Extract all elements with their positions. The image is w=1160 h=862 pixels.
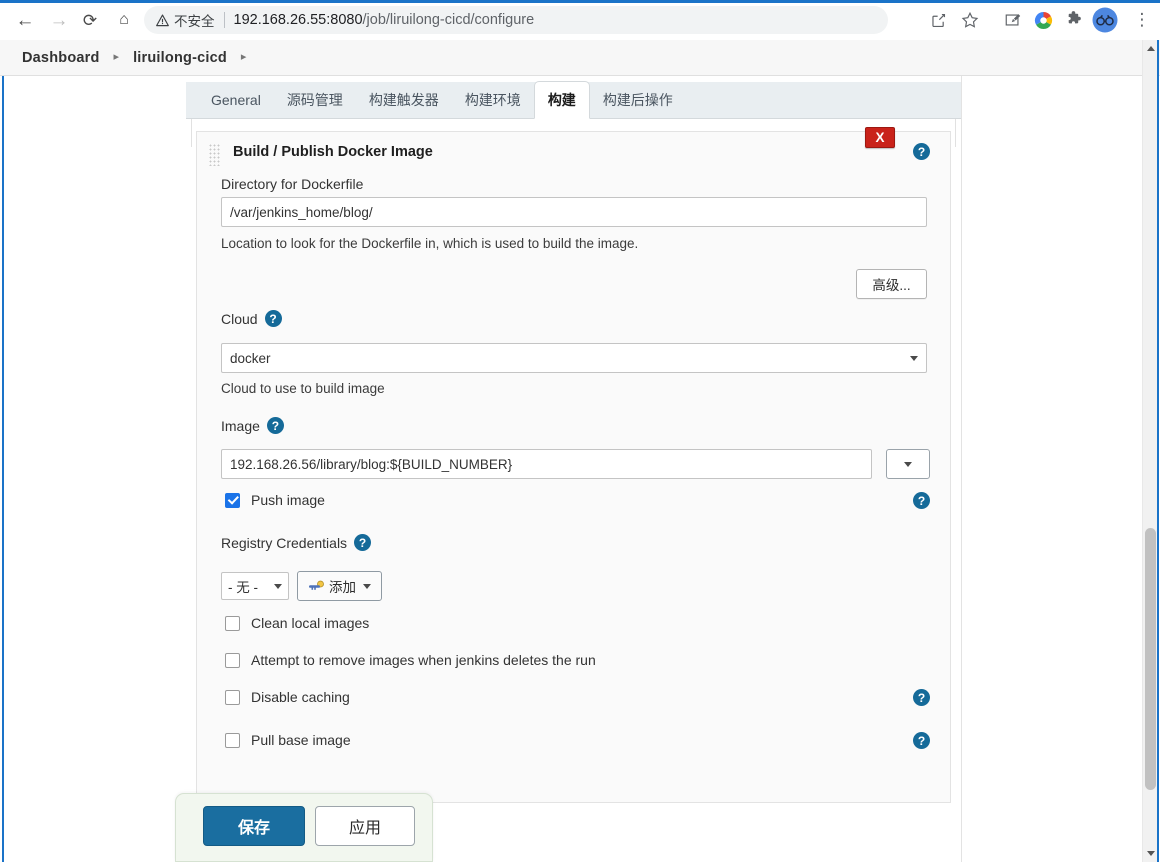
google-circle-icon[interactable] bbox=[1031, 8, 1055, 32]
push-image-row[interactable]: Push image bbox=[225, 492, 325, 508]
page-body: General 源码管理 构建触发器 构建环境 构建 构建后操作 Build /… bbox=[4, 76, 1143, 862]
dockerfile-description: Location to look for the Dockerfile in, … bbox=[221, 236, 639, 251]
disable-caching-row[interactable]: Disable caching bbox=[225, 689, 350, 705]
registry-credentials-label: Registry Credentials bbox=[221, 534, 348, 551]
browser-toolbar: ← → ⟳ ⌂ 不安全 192.168.26.55:8080/job/lirui… bbox=[0, 0, 1160, 40]
push-image-help-question-icon[interactable]: ? bbox=[913, 492, 930, 509]
home-icon[interactable]: ⌂ bbox=[107, 3, 141, 37]
edit-pen-icon[interactable] bbox=[1001, 8, 1025, 32]
cloud-label: Cloud bbox=[221, 310, 258, 327]
builder-title: Build / Publish Docker Image bbox=[233, 144, 433, 160]
bookmark-star-icon[interactable] bbox=[958, 8, 982, 32]
cloud-select-value: docker bbox=[230, 350, 271, 366]
dockerfile-input[interactable]: /var/jenkins_home/blog/ bbox=[221, 197, 927, 227]
chevron-down-icon bbox=[904, 461, 912, 467]
right-page-edge bbox=[1157, 40, 1159, 862]
registry-credentials-select[interactable]: - 无 - bbox=[221, 572, 289, 600]
tab-build-triggers[interactable]: 构建触发器 bbox=[356, 81, 452, 118]
attempt-remove-images-row[interactable]: Attempt to remove images when jenkins de… bbox=[225, 652, 596, 668]
docker-builder-panel: Build / Publish Docker Image X ? Directo… bbox=[196, 127, 951, 803]
disable-caching-checkbox[interactable] bbox=[225, 689, 240, 705]
pull-base-image-help-question-icon[interactable]: ? bbox=[913, 732, 930, 749]
tab-post-build-actions[interactable]: 构建后操作 bbox=[590, 81, 686, 118]
back-arrow-icon[interactable]: ← bbox=[8, 3, 42, 37]
omnibox-divider bbox=[223, 12, 225, 28]
remove-builder-button[interactable]: X bbox=[865, 127, 895, 148]
url-path: /job/liruilong-cicd/configure bbox=[362, 12, 535, 28]
image-help-question-icon[interactable]: ? bbox=[266, 417, 284, 434]
chevron-down-icon bbox=[910, 355, 918, 361]
image-label-row: Image ? bbox=[221, 417, 284, 434]
cloud-description: Cloud to use to build image bbox=[221, 381, 385, 396]
registry-credentials-select-value: - 无 - bbox=[228, 580, 258, 595]
tab-build[interactable]: 构建 bbox=[533, 81, 590, 119]
breadcrumb: Dashboard ▸ liruilong-cicd ▸ bbox=[0, 40, 1160, 76]
clean-local-images-label: Clean local images bbox=[251, 615, 370, 631]
breadcrumb-separator-icon: ▸ bbox=[113, 51, 120, 63]
push-image-label: Push image bbox=[251, 492, 325, 508]
security-warning-label: 不安全 bbox=[174, 14, 215, 29]
breadcrumb-item-dashboard[interactable]: Dashboard bbox=[22, 50, 100, 66]
breadcrumb-item-job[interactable]: liruilong-cicd bbox=[133, 50, 227, 66]
extensions-puzzle-icon[interactable] bbox=[1062, 8, 1086, 32]
help-question-icon[interactable]: ? bbox=[913, 143, 930, 160]
reload-icon[interactable]: ⟳ bbox=[73, 3, 107, 37]
tab-general[interactable]: General bbox=[198, 81, 274, 118]
image-dropdown-button[interactable] bbox=[886, 449, 930, 479]
drag-grip-icon[interactable] bbox=[209, 144, 221, 166]
tab-build-environment[interactable]: 构建环境 bbox=[452, 81, 534, 118]
clean-local-images-row[interactable]: Clean local images bbox=[225, 615, 369, 631]
cloud-label-row: Cloud ? bbox=[221, 310, 282, 327]
browser-tabstrip-edge bbox=[0, 0, 1160, 3]
tab-scm[interactable]: 源码管理 bbox=[274, 81, 356, 118]
add-credentials-label: 添加 bbox=[329, 580, 356, 595]
forward-arrow-icon[interactable]: → bbox=[42, 3, 76, 37]
form-action-bar: 保存 应用 bbox=[175, 793, 433, 862]
caret-down-icon bbox=[363, 583, 371, 589]
pull-base-image-label: Pull base image bbox=[251, 732, 351, 748]
caret-up-icon bbox=[1146, 46, 1155, 51]
url-host: 192.168.26.55:8080 bbox=[233, 12, 363, 28]
warning-triangle-icon bbox=[156, 13, 169, 27]
content-divider bbox=[961, 76, 962, 862]
image-input[interactable]: 192.168.26.56/library/blog:${BUILD_NUMBE… bbox=[221, 449, 872, 479]
config-tab-bar: General 源码管理 构建触发器 构建环境 构建 构建后操作 bbox=[186, 81, 961, 119]
share-icon[interactable] bbox=[926, 8, 950, 32]
attempt-remove-images-checkbox[interactable] bbox=[225, 652, 240, 668]
breadcrumb-separator-icon-2: ▸ bbox=[240, 51, 247, 63]
apply-button[interactable]: 应用 bbox=[315, 806, 415, 846]
config-form: Build / Publish Docker Image X ? Directo… bbox=[186, 119, 961, 862]
attempt-remove-images-label: Attempt to remove images when jenkins de… bbox=[251, 652, 596, 668]
registry-credentials-label-row: Registry Credentials ? bbox=[221, 534, 372, 551]
dockerfile-label: Directory for Dockerfile bbox=[221, 176, 364, 192]
caret-down-icon bbox=[1146, 851, 1155, 856]
image-label: Image bbox=[221, 417, 260, 434]
url-text: 192.168.26.55:8080/job/liruilong-cicd/co… bbox=[234, 12, 535, 28]
cloud-select[interactable]: docker bbox=[221, 343, 927, 373]
cloud-help-question-icon[interactable]: ? bbox=[264, 310, 282, 327]
disable-caching-label: Disable caching bbox=[251, 689, 350, 705]
push-image-checkbox[interactable] bbox=[225, 492, 240, 508]
key-icon bbox=[308, 580, 324, 592]
vertical-scrollbar[interactable] bbox=[1142, 40, 1157, 862]
advanced-button[interactable]: 高级... bbox=[856, 269, 927, 299]
profile-avatar-icon[interactable] bbox=[1092, 7, 1118, 33]
scroll-up-button[interactable] bbox=[1143, 41, 1158, 56]
scrollbar-thumb[interactable] bbox=[1145, 528, 1156, 790]
registry-credentials-help-question-icon[interactable]: ? bbox=[354, 534, 372, 551]
disable-caching-help-question-icon[interactable]: ? bbox=[913, 689, 930, 706]
add-credentials-button[interactable]: 添加 bbox=[297, 571, 382, 601]
more-vertical-menu-icon[interactable]: ⋮ bbox=[1130, 8, 1154, 32]
pull-base-image-checkbox[interactable] bbox=[225, 732, 240, 748]
pull-base-image-row[interactable]: Pull base image bbox=[225, 732, 351, 748]
clean-local-images-checkbox[interactable] bbox=[225, 615, 240, 631]
save-button[interactable]: 保存 bbox=[203, 806, 305, 846]
chevron-down-icon bbox=[274, 583, 282, 589]
address-bar[interactable]: 不安全 192.168.26.55:8080/job/liruilong-cic… bbox=[144, 6, 888, 34]
scroll-down-button[interactable] bbox=[1143, 846, 1158, 861]
